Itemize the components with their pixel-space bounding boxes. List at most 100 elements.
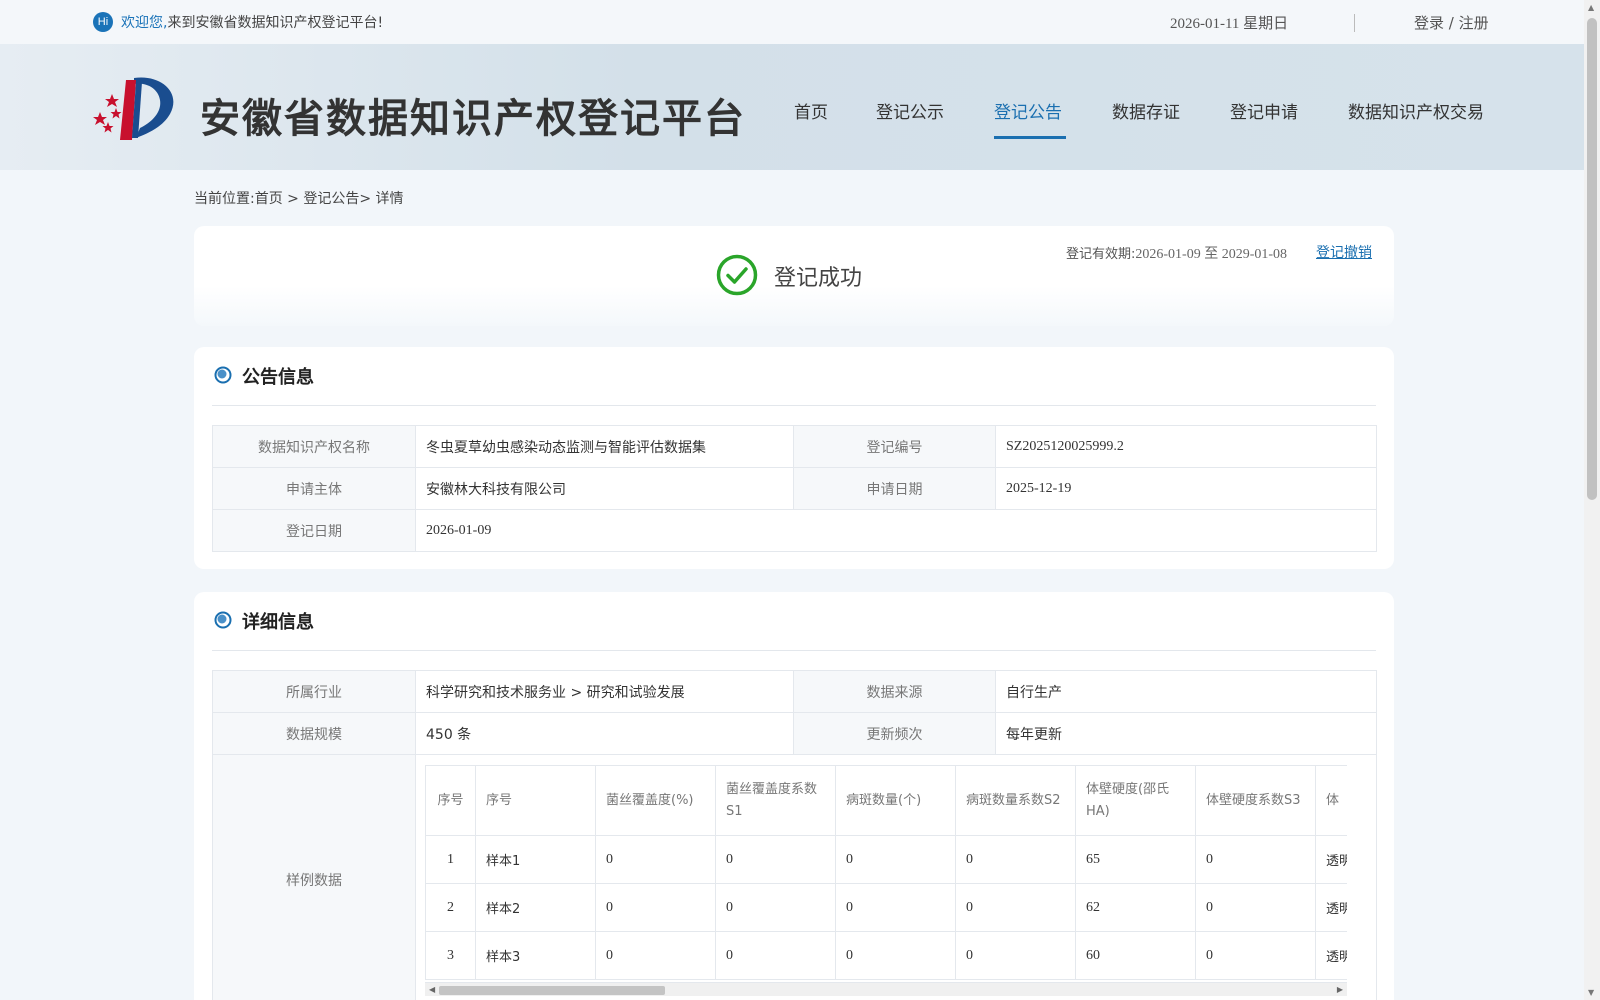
table-cell: 透明 <box>1315 883 1347 932</box>
hi-icon: Hi <box>93 12 113 32</box>
scroll-up-icon[interactable]: ▲ <box>1588 3 1594 12</box>
table-row: 申请主体 安徽林大科技有限公司 申请日期 2025-12-19 <box>212 467 1377 510</box>
column-header: 序号 <box>475 765 596 836</box>
detail-info-card: 详细信息 所属行业 科学研究和技术服务业 > 研究和试验发展 数据来源 自行生产… <box>194 592 1394 1000</box>
active-nav-indicator <box>994 136 1066 139</box>
status-card: 登记成功 登记有效期:2026-01-09 至 2029-01-08 登记撤销 <box>194 226 1394 326</box>
platform-logo-icon[interactable] <box>90 72 176 144</box>
notice-info-card: 公告信息 数据知识产权名称 冬虫夏草幼虫感染动态监测与智能评估数据集 登记编号 … <box>194 347 1394 569</box>
reg-no-label: 登记编号 <box>793 425 996 468</box>
sample-data-label: 样例数据 <box>212 754 416 1000</box>
revoke-link[interactable]: 登记撤销 <box>1316 242 1372 262</box>
site-header: 安徽省数据知识产权登记平台 首页 登记公示 登记公告 数据存证 登记申请 数据知… <box>0 44 1584 170</box>
table-cell: 样本3 <box>475 931 596 980</box>
column-header: 菌丝覆盖度系数S1 <box>715 765 836 836</box>
scroll-down-icon[interactable]: ▼ <box>1588 988 1594 997</box>
nav-home[interactable]: 首页 <box>794 98 828 123</box>
table-cell: 62 <box>1075 883 1196 932</box>
applicant-label: 申请主体 <box>212 467 416 510</box>
circle-bullet-icon <box>214 366 232 384</box>
column-header: 序号 <box>425 765 476 836</box>
column-header: 体壁硬度系数S3 <box>1195 765 1316 836</box>
top-bar: Hi 欢迎您,来到安徽省数据知识产权登记平台! 2026-01-11 星期日 登… <box>0 0 1584 44</box>
applicant-value: 安徽林大科技有限公司 <box>415 467 794 510</box>
welcome-text: 欢迎您,来到安徽省数据知识产权登记平台! <box>121 12 383 32</box>
nav-registration-application[interactable]: 登记申请 <box>1230 98 1298 123</box>
table-row: 3 样本3 0 0 0 0 60 0 透明 <box>425 931 1347 980</box>
welcome-rest: 来到安徽省数据知识产权登记平台! <box>167 15 384 31</box>
divider <box>1354 14 1355 32</box>
table-cell: 0 <box>715 883 836 932</box>
scrollbar-thumb[interactable] <box>439 986 665 995</box>
nav-registration-announcement[interactable]: 登记公告 <box>994 98 1062 123</box>
table-cell: 65 <box>1075 835 1196 884</box>
column-header: 体壁硬度(邵氏HA) <box>1075 765 1196 836</box>
sample-data-table: 序号 序号 菌丝覆盖度(%) 菌丝覆盖度系数S1 病斑数量(个) 病斑数量系数S… <box>425 765 1347 980</box>
table-cell: 1 <box>425 835 476 884</box>
table-cell: 0 <box>715 835 836 884</box>
apply-date-label: 申请日期 <box>793 467 996 510</box>
site-title: 安徽省数据知识产权登记平台 <box>200 96 746 142</box>
table-cell: 3 <box>425 931 476 980</box>
data-source-label: 数据来源 <box>793 670 996 713</box>
table-cell: 0 <box>1195 931 1316 980</box>
table-cell: 样本2 <box>475 883 596 932</box>
sample-table-scroll-area[interactable]: 序号 序号 菌丝覆盖度(%) 菌丝覆盖度系数S1 病斑数量(个) 病斑数量系数S… <box>425 765 1347 997</box>
nav-registration-publicity[interactable]: 登记公示 <box>876 98 944 123</box>
table-cell: 0 <box>955 883 1076 932</box>
table-cell: 0 <box>595 835 716 884</box>
section-title: 公告信息 <box>242 367 314 388</box>
validity-period: 登记有效期:2026-01-09 至 2029-01-08 <box>1066 243 1287 263</box>
column-header: 病斑数量(个) <box>835 765 956 836</box>
reg-date-value: 2026-01-09 <box>415 509 1377 552</box>
column-header: 病斑数量系数S2 <box>955 765 1076 836</box>
table-cell: 2 <box>425 883 476 932</box>
ip-name-value: 冬虫夏草幼虫感染动态监测与智能评估数据集 <box>415 425 794 468</box>
table-cell: 透明 <box>1315 931 1347 980</box>
table-cell: 0 <box>715 931 836 980</box>
nav-data-evidence[interactable]: 数据存证 <box>1112 98 1180 123</box>
scroll-right-icon[interactable]: ▶ <box>1337 985 1343 994</box>
reg-date-label: 登记日期 <box>212 509 416 552</box>
horizontal-scrollbar[interactable]: ◀ ▶ <box>425 982 1347 996</box>
industry-value: 科学研究和技术服务业 > 研究和试验发展 <box>415 670 794 713</box>
table-row: 登记日期 2026-01-09 <box>212 509 1377 552</box>
table-cell: 0 <box>835 835 956 884</box>
page-scrollbar[interactable]: ▲ ▼ <box>1584 0 1600 1000</box>
table-row: 数据规模 450 条 更新频次 每年更新 <box>212 712 1377 755</box>
circle-bullet-icon <box>214 611 232 629</box>
login-register-link[interactable]: 登录 / 注册 <box>1414 12 1489 33</box>
validity-label: 登记有效期: <box>1066 247 1136 262</box>
table-row: 1 样本1 0 0 0 0 65 0 透明 <box>425 835 1347 884</box>
data-scale-value: 450 条 <box>415 712 794 755</box>
table-row: 数据知识产权名称 冬虫夏草幼虫感染动态监测与智能评估数据集 登记编号 SZ202… <box>212 425 1377 468</box>
table-cell: 0 <box>1195 835 1316 884</box>
table-cell: 0 <box>955 931 1076 980</box>
reg-no-value: SZ2025120025999.2 <box>995 425 1377 468</box>
industry-label: 所属行业 <box>212 670 416 713</box>
table-cell: 0 <box>835 883 956 932</box>
column-header: 体 <box>1315 765 1347 836</box>
table-cell: 0 <box>595 883 716 932</box>
welcome-highlight: 欢迎您, <box>121 15 168 31</box>
scrollbar-thumb[interactable] <box>1587 18 1597 500</box>
column-header: 菌丝覆盖度(%) <box>595 765 716 836</box>
table-cell: 0 <box>1195 883 1316 932</box>
nav-ip-trading[interactable]: 数据知识产权交易 <box>1348 98 1484 123</box>
table-cell: 透明 <box>1315 835 1347 884</box>
section-title: 详细信息 <box>242 612 314 633</box>
scroll-left-icon[interactable]: ◀ <box>429 985 435 994</box>
table-cell: 0 <box>595 931 716 980</box>
check-circle-icon <box>716 254 758 296</box>
table-cell: 0 <box>835 931 956 980</box>
update-frequency-label: 更新频次 <box>793 712 996 755</box>
divider <box>212 405 1376 406</box>
current-date: 2026-01-11 星期日 <box>1170 16 1289 32</box>
status-text: 登记成功 <box>774 266 863 291</box>
table-cell: 60 <box>1075 931 1196 980</box>
notice-info-table: 数据知识产权名称 冬虫夏草幼虫感染动态监测与智能评估数据集 登记编号 SZ202… <box>212 425 1377 552</box>
apply-date-value: 2025-12-19 <box>995 467 1377 510</box>
ip-name-label: 数据知识产权名称 <box>212 425 416 468</box>
table-cell: 0 <box>955 835 1076 884</box>
validity-value: 2026-01-09 至 2029-01-08 <box>1135 247 1288 262</box>
